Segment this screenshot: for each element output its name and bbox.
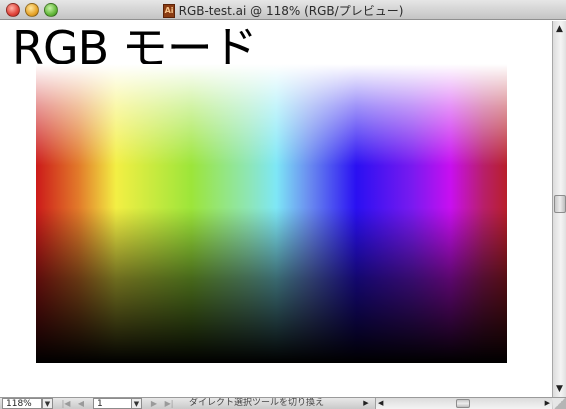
document-icon-label: Ai [164,5,174,15]
horizontal-scrollbar[interactable]: ◀ ▶ [375,398,552,409]
scroll-right-arrow-icon[interactable]: ▶ [545,398,550,409]
window-title: RGB-test.ai @ 118% (RGB/プレビュー) [178,4,404,18]
vertical-scroll-thumb[interactable] [554,195,566,213]
artboard-canvas[interactable]: RGB モード [0,21,552,397]
artboard-dropdown-icon[interactable]: ▼ [131,398,142,409]
window-title-bar: Ai RGB-test.ai @ 118% (RGB/プレビュー) [0,0,566,20]
status-menu-arrow-icon[interactable]: ▶ [360,398,372,409]
rgb-gradient-swatch[interactable] [36,64,507,363]
last-artboard-icon[interactable]: ▶| [163,398,175,409]
darkness-gradient-layer [36,64,507,363]
artboard-number-field[interactable]: 1 [93,398,133,409]
first-artboard-icon[interactable]: |◀ [60,398,72,409]
previous-artboard-icon[interactable]: ◀ [75,398,87,409]
vertical-scrollbar[interactable]: ▲ ▼ [552,21,566,397]
horizontal-scroll-thumb[interactable] [456,399,470,408]
next-artboard-icon[interactable]: ▶ [148,398,160,409]
zoom-level-field[interactable]: 118% [2,398,42,409]
status-bar: 118% ▼ |◀ ◀ 1 ▼ ▶ ▶| ダイレクト選択ツールを切り換え ▶ ◀… [0,397,566,409]
scroll-left-arrow-icon[interactable]: ◀ [378,398,383,409]
scroll-down-arrow-icon[interactable]: ▼ [553,383,566,395]
scroll-up-arrow-icon[interactable]: ▲ [553,23,566,35]
zoom-dropdown-icon[interactable]: ▼ [42,398,53,409]
illustrator-document-icon[interactable]: Ai [162,3,175,18]
status-text: ダイレクト選択ツールを切り換え [189,398,325,408]
window-resize-grip[interactable] [553,398,566,409]
